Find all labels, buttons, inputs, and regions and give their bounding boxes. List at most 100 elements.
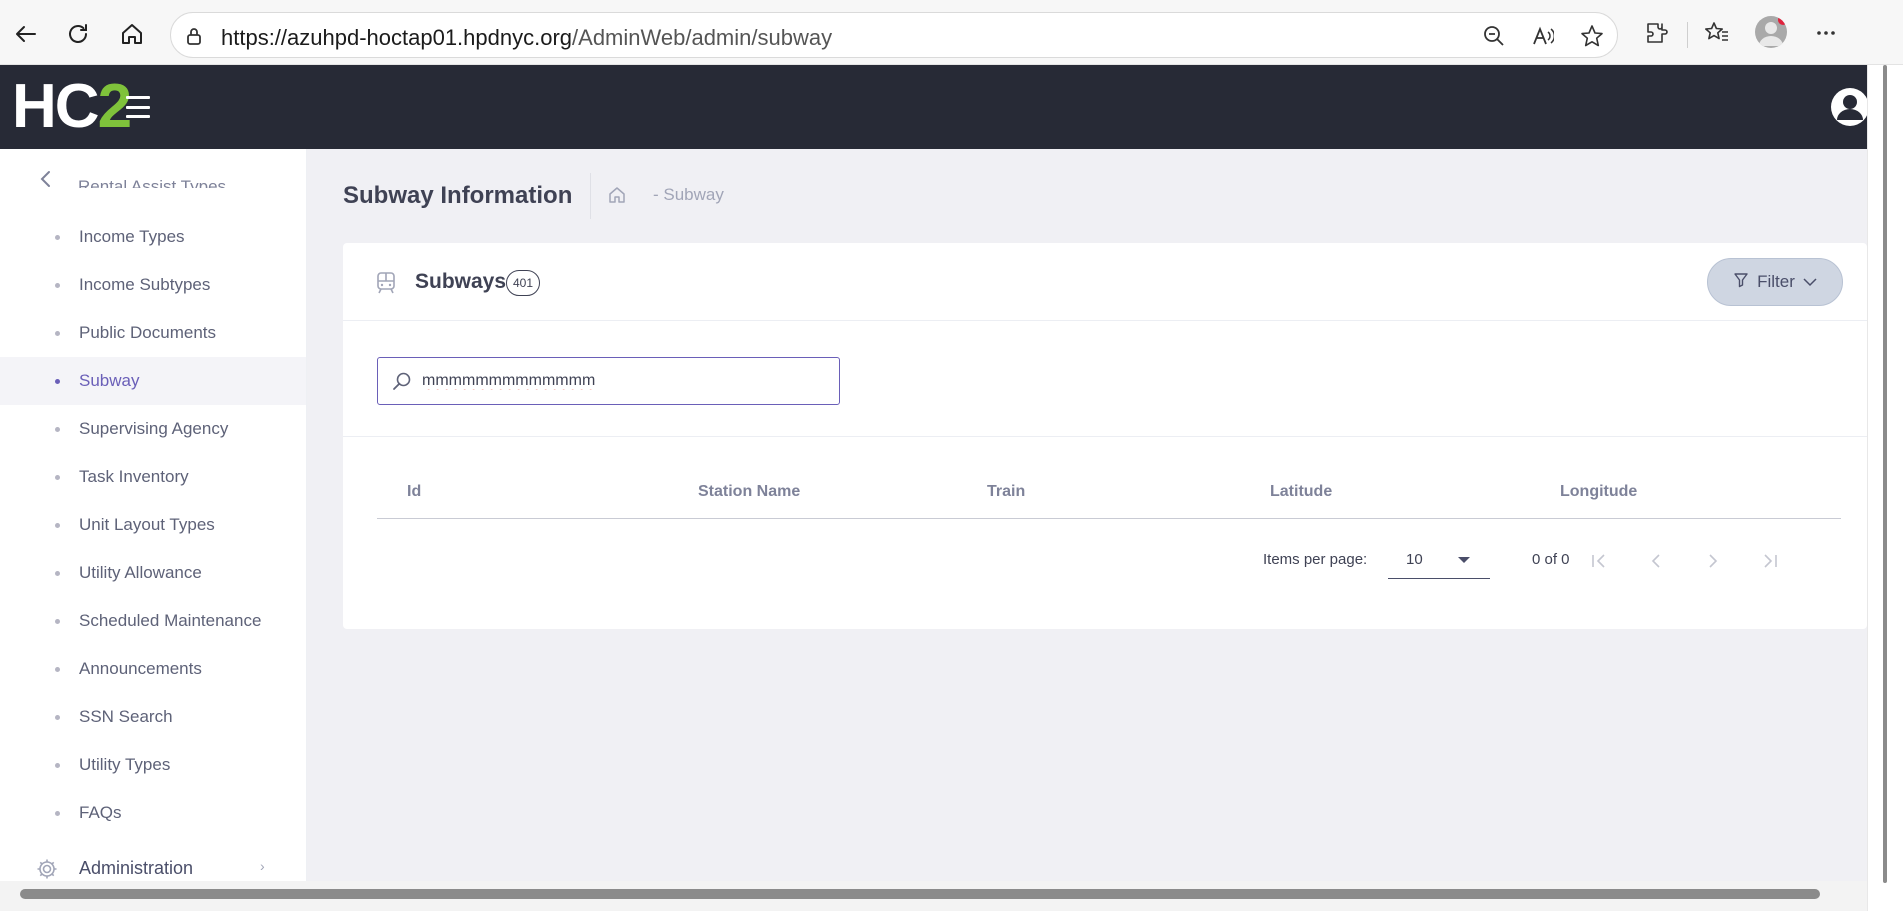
bullet-icon xyxy=(55,810,60,816)
more-options-icon[interactable] xyxy=(1809,16,1843,50)
read-aloud-icon[interactable] xyxy=(1530,23,1556,49)
bullet-icon xyxy=(55,762,60,768)
bullet-icon xyxy=(55,426,60,432)
search-input[interactable] xyxy=(422,369,822,393)
sidebar-item-label: Unit Layout Types xyxy=(79,515,215,534)
bullet-icon xyxy=(55,330,60,336)
sidebar-item-subway[interactable]: Subway xyxy=(0,357,306,405)
menu-toggle-icon[interactable] xyxy=(126,96,150,118)
sidebar-item-label: Utility Allowance xyxy=(79,563,202,582)
toolbar-separator xyxy=(1687,22,1688,48)
sidebar-item-partial[interactable]: Rental Assist Types xyxy=(78,177,226,188)
sidebar-item-scheduled-maintenance[interactable]: Scheduled Maintenance xyxy=(0,597,306,645)
scrollbar-thumb[interactable] xyxy=(1883,65,1887,883)
filter-button[interactable]: Filter xyxy=(1707,258,1843,306)
sidebar-item-label: Scheduled Maintenance xyxy=(79,611,262,630)
bullet-icon xyxy=(55,282,60,288)
page-title: Subway Information xyxy=(343,182,573,209)
sidebar-item-label: SSN Search xyxy=(79,707,173,726)
sidebar-item-unit-layout-types[interactable]: Unit Layout Types xyxy=(0,501,306,549)
breadcrumb: - Subway xyxy=(653,185,724,204)
sidebar-item-label: Income Subtypes xyxy=(79,275,211,294)
subways-card: Subways 401 Filter Id Station Name Tra xyxy=(343,243,1867,629)
items-per-page-label: Items per page: xyxy=(1263,551,1368,568)
favorites-icon[interactable] xyxy=(1700,16,1734,50)
browser-toolbar: https://azuhpd-hoctap01.hpdnyc.org/Admin… xyxy=(0,0,1903,65)
logo-prefix: HC xyxy=(12,72,100,141)
sidebar-item-task-inventory[interactable]: Task Inventory xyxy=(0,453,306,501)
home-icon[interactable] xyxy=(114,16,150,52)
bullet-icon xyxy=(55,474,60,480)
profile-avatar[interactable] xyxy=(1755,16,1787,48)
card-title: Subways xyxy=(415,270,507,293)
sidebar-item-utility-allowance[interactable]: Utility Allowance xyxy=(0,549,306,597)
sidebar: Rental Assist Types Income Types Income … xyxy=(0,149,307,881)
column-header-train[interactable]: Train xyxy=(987,483,1025,501)
previous-page-icon[interactable] xyxy=(1640,545,1672,577)
hc2-logo[interactable]: HC2 xyxy=(12,72,132,141)
count-badge: 401 xyxy=(506,270,541,296)
bullet-icon xyxy=(55,570,60,576)
column-header-station-name[interactable]: Station Name xyxy=(698,483,800,501)
app-header: HC2 xyxy=(0,65,1870,149)
refresh-icon[interactable] xyxy=(60,16,96,52)
sidebar-item-utility-types[interactable]: Utility Types xyxy=(0,741,306,789)
bullet-icon xyxy=(55,378,60,384)
column-header-latitude[interactable]: Latitude xyxy=(1270,483,1332,501)
vertical-scrollbar[interactable] xyxy=(1867,65,1903,911)
address-bar[interactable]: https://azuhpd-hoctap01.hpdnyc.org/Admin… xyxy=(170,12,1618,58)
zoom-out-icon[interactable] xyxy=(1481,23,1507,49)
card-header: Subways 401 Filter xyxy=(343,243,1867,321)
sidebar-item-income-subtypes[interactable]: Income Subtypes xyxy=(0,261,306,309)
sidebar-item-label: Administration xyxy=(79,858,194,878)
page-size-select[interactable]: 10 xyxy=(1388,543,1490,579)
sidebar-item-supervising-agency[interactable]: Supervising Agency xyxy=(0,405,306,453)
bullet-icon xyxy=(55,234,60,240)
title-divider xyxy=(590,173,591,219)
sidebar-item-label: Announcements xyxy=(79,659,202,678)
user-account-icon[interactable] xyxy=(1830,87,1870,127)
scrollbar-thumb[interactable] xyxy=(20,889,1820,899)
back-icon[interactable] xyxy=(8,16,44,52)
table-header-row: Id Station Name Train Latitude Longitude xyxy=(377,465,1841,519)
paginator: Items per page: 10 0 of 0 xyxy=(377,543,1841,583)
bullet-icon xyxy=(55,522,60,528)
search-field[interactable] xyxy=(377,357,840,405)
sidebar-item-label: Subway xyxy=(79,371,140,390)
chevron-right-icon: › xyxy=(260,858,265,874)
lock-icon[interactable] xyxy=(183,25,205,47)
sidebar-item-announcements[interactable]: Announcements xyxy=(0,645,306,693)
bullet-icon xyxy=(55,618,60,624)
next-page-icon[interactable] xyxy=(1697,545,1729,577)
sidebar-collapse-icon[interactable] xyxy=(36,169,56,189)
sidebar-item-label: FAQs xyxy=(79,803,122,822)
first-page-icon[interactable] xyxy=(1583,545,1615,577)
url-host: https://azuhpd-hoctap01.hpdnyc.org xyxy=(221,25,573,50)
horizontal-scrollbar[interactable] xyxy=(0,881,1867,911)
sidebar-item-faqs[interactable]: FAQs xyxy=(0,789,306,837)
column-header-id[interactable]: Id xyxy=(407,483,421,501)
sidebar-item-label: Task Inventory xyxy=(79,467,189,486)
home-icon[interactable] xyxy=(607,185,627,205)
sidebar-item-label: Public Documents xyxy=(79,323,217,342)
filter-label: Filter xyxy=(1757,272,1795,291)
sidebar-item-administration[interactable]: Administration › xyxy=(0,849,306,881)
page-size-value: 10 xyxy=(1406,551,1423,568)
bullet-icon xyxy=(55,714,60,720)
sidebar-item-label: Utility Types xyxy=(79,755,171,774)
notification-dot xyxy=(1778,16,1787,25)
column-header-longitude[interactable]: Longitude xyxy=(1560,483,1637,501)
dropdown-caret-icon xyxy=(1458,557,1470,563)
url-text[interactable]: https://azuhpd-hoctap01.hpdnyc.org/Admin… xyxy=(221,25,832,51)
sidebar-item-income-types[interactable]: Income Types xyxy=(0,213,306,261)
sidebar-item-public-documents[interactable]: Public Documents xyxy=(0,309,306,357)
search-icon xyxy=(392,371,412,391)
gear-icon xyxy=(35,857,59,881)
card-divider xyxy=(343,436,1867,437)
sidebar-item-ssn-search[interactable]: SSN Search xyxy=(0,693,306,741)
extensions-icon[interactable] xyxy=(1640,16,1674,50)
favorite-star-icon[interactable] xyxy=(1579,23,1605,49)
last-page-icon[interactable] xyxy=(1754,545,1786,577)
filter-icon xyxy=(1733,272,1749,293)
range-label: 0 of 0 xyxy=(1532,551,1570,568)
